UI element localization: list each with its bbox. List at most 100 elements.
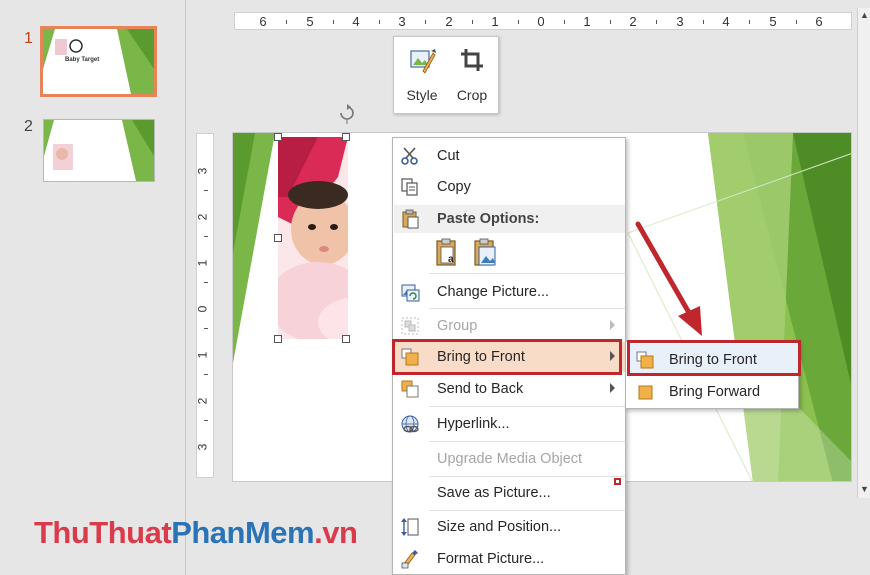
slide-number-1: 1: [24, 30, 33, 47]
ruler-tick: 1: [583, 14, 591, 29]
menu-item-label: Send to Back: [437, 381, 524, 397]
ruler-tick: 2: [195, 213, 210, 221]
context-menu: Cut Copy Paste Options: a Change Picture…: [392, 137, 626, 575]
submenu-arrow-icon: [610, 383, 615, 393]
paste-picture-icon[interactable]: [473, 238, 499, 268]
ruler-tick: 5: [769, 14, 777, 29]
size-position-icon: [401, 518, 419, 536]
thumbnail-1-caption: Baby Target: [65, 57, 99, 63]
submenu-item-label: Bring Forward: [669, 384, 761, 400]
resize-handle[interactable]: [274, 133, 282, 141]
menu-item-label: Change Picture...: [437, 284, 550, 300]
small-marker: [614, 478, 621, 485]
ruler-mark: [703, 20, 704, 24]
mini-toolbar: Style Crop: [393, 36, 499, 114]
menu-item-group: Group: [394, 311, 625, 341]
ruler-tick: 4: [352, 14, 360, 29]
vertical-scrollbar[interactable]: ▲ ▼: [857, 8, 870, 498]
ruler-mark: [610, 20, 611, 24]
ruler-mark: [564, 20, 565, 24]
ruler-tick: 1: [195, 259, 210, 267]
slide-thumbnail-2[interactable]: [43, 119, 155, 182]
ruler-mark: [656, 20, 657, 24]
svg-text:a: a: [448, 254, 454, 265]
ruler-mark: [472, 20, 473, 24]
submenu-item-bring-forward[interactable]: Bring Forward: [627, 376, 798, 407]
ruler-mark: [425, 20, 426, 24]
ruler-mark: [796, 20, 797, 24]
submenu-item-bring-to-front[interactable]: Bring to Front: [627, 344, 798, 375]
format-picture-icon: [401, 550, 418, 569]
ruler-tick: 2: [629, 14, 637, 29]
menu-item-label: Size and Position...: [437, 519, 562, 535]
hyperlink-icon: [401, 415, 419, 433]
ruler-tick: 3: [195, 443, 210, 451]
paste-keep-text-icon[interactable]: a: [435, 238, 461, 268]
slide-thumbnail-1-art: Baby Target: [43, 29, 154, 94]
submenu-arrow-icon: [610, 351, 615, 361]
ruler-mark: [204, 236, 208, 237]
menu-separator: [429, 406, 625, 407]
bring-to-front-submenu: Bring to Front Bring Forward: [625, 341, 799, 409]
group-icon: [401, 317, 419, 335]
menu-separator: [429, 510, 625, 511]
scroll-up-arrow-icon[interactable]: ▲: [860, 10, 869, 20]
ruler-tick: 3: [676, 14, 684, 29]
copy-icon: [401, 178, 418, 196]
menu-item-label: Save as Picture...: [437, 485, 551, 501]
resize-handle[interactable]: [274, 234, 282, 242]
ruler-mark: [379, 20, 380, 24]
bring-to-front-icon: [636, 351, 654, 369]
paste-options-header: Paste Options:: [394, 205, 625, 233]
send-to-back-icon: [401, 380, 419, 398]
scroll-down-arrow-icon[interactable]: ▼: [860, 484, 869, 494]
menu-item-save-as-picture[interactable]: Save as Picture...: [394, 478, 625, 508]
watermark-part: .vn: [314, 515, 358, 550]
menu-item-change-picture[interactable]: Change Picture...: [394, 277, 625, 307]
ruler-tick: 2: [445, 14, 453, 29]
slide-thumbnail-2-art: [44, 120, 154, 181]
menu-item-copy[interactable]: Copy: [394, 172, 625, 202]
paste-icon: [402, 209, 419, 229]
ruler-mark: [204, 374, 208, 375]
menu-item-bring-to-front[interactable]: Bring to Front: [394, 342, 625, 372]
ruler-tick: 0: [537, 14, 545, 29]
ruler-mark: [286, 20, 287, 24]
menu-separator: [429, 308, 625, 309]
menu-item-cut[interactable]: Cut: [394, 141, 625, 171]
ruler-tick: 6: [259, 14, 267, 29]
resize-handle[interactable]: [342, 133, 350, 141]
menu-item-size-and-position[interactable]: Size and Position...: [394, 512, 625, 542]
resize-handle[interactable]: [274, 335, 282, 343]
bring-forward-icon: [638, 385, 653, 400]
menu-item-label: Hyperlink...: [437, 416, 510, 432]
slide-thumbnail-1[interactable]: Baby Target: [40, 26, 157, 97]
menu-item-upgrade-media: Upgrade Media Object: [394, 444, 625, 474]
ruler-mark: [204, 420, 208, 421]
watermark: ThuThuatPhanMem.vn: [34, 515, 358, 551]
slide-thumbnail-pane: 1 Baby Target 2: [0, 0, 186, 575]
menu-item-send-to-back[interactable]: Send to Back: [394, 374, 625, 404]
crop-label: Crop: [456, 87, 488, 103]
menu-separator: [429, 476, 625, 477]
menu-item-hyperlink[interactable]: Hyperlink...: [394, 409, 625, 439]
menu-item-label: Cut: [437, 148, 460, 164]
resize-handle[interactable]: [342, 335, 350, 343]
menu-item-label: Copy: [437, 179, 471, 195]
vertical-ruler: 3 2 1 0 1 2 3: [195, 133, 214, 478]
menu-separator: [429, 273, 625, 274]
ruler-mark: [204, 282, 208, 283]
watermark-part: PhanMem: [171, 515, 315, 550]
ruler-mark: [518, 20, 519, 24]
slide-number-2: 2: [24, 118, 33, 135]
style-button[interactable]: Style: [397, 43, 447, 109]
rotate-handle-icon[interactable]: [337, 104, 357, 124]
ruler-tick: 6: [815, 14, 823, 29]
menu-item-format-picture[interactable]: Format Picture...: [394, 544, 625, 574]
menu-separator: [429, 441, 625, 442]
bring-to-front-icon: [401, 348, 419, 366]
crop-button[interactable]: Crop: [447, 43, 497, 109]
ruler-mark: [204, 190, 208, 191]
watermark-part: ThuThuat: [34, 515, 172, 550]
ruler-tick: 1: [195, 351, 210, 359]
